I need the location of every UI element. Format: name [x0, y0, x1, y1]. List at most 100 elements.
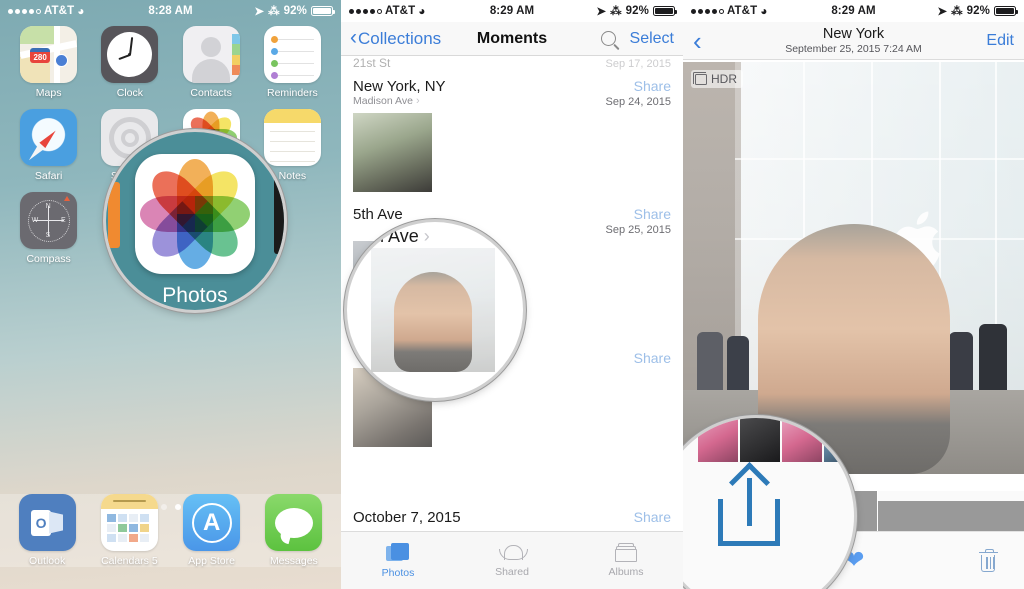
battery-icon [311, 6, 335, 16]
moment-footer-row[interactable]: October 7, 2015 Share [341, 503, 683, 531]
thumbnail-strip-magnified [698, 418, 854, 462]
location-arrow-icon: ➤ [254, 6, 265, 18]
hdr-label: HDR [711, 72, 737, 86]
back-button[interactable]: ‹ [693, 28, 702, 54]
share-link[interactable]: Share [634, 509, 671, 525]
dock-item-messages[interactable]: Messages [265, 494, 323, 567]
adjacent-icon-sliver [274, 174, 284, 254]
share-link[interactable]: Share [606, 206, 671, 222]
app-label: Contacts [190, 87, 232, 99]
status-bar: AT&T ◕ 8:28 AM ➤ ⁂ 92% [0, 0, 341, 22]
page-subtitle: September 25, 2015 7:24 AM [785, 43, 922, 55]
moment-date: Sep 24, 2015 [605, 96, 671, 108]
thumbnail[interactable] [1017, 501, 1024, 531]
bluetooth-icon: ⁂ [268, 6, 280, 18]
moment-date: Sep 25, 2015 [605, 224, 671, 236]
dock: O Outlook Calendars 5 A App Store Messag… [0, 494, 341, 567]
signal-dots-icon [691, 8, 724, 14]
app-compass[interactable]: N E S W Compass [8, 192, 89, 265]
back-label: Collections [358, 28, 442, 48]
outlook-icon: O [18, 494, 76, 551]
thumbnail[interactable] [989, 501, 1017, 531]
photo-viewer[interactable]: HDR [683, 62, 1024, 474]
select-button[interactable]: Select [630, 30, 674, 48]
navigation-bar: ‹ Collections Moments Select [341, 22, 683, 56]
dock-item-calendars[interactable]: Calendars 5 [100, 494, 158, 567]
calendars-icon [100, 494, 158, 551]
app-contacts[interactable]: Contacts [171, 26, 252, 99]
panel-moments-list: AT&T ◕ 8:29 AM ➤ ⁂ 92% ‹ Collections Mom… [341, 0, 683, 589]
albums-icon [615, 543, 637, 562]
battery-icon [653, 6, 677, 16]
search-icon[interactable] [600, 31, 616, 46]
magnifier-photos-app: Photos [106, 132, 284, 310]
tab-photos[interactable]: Photos [341, 532, 455, 589]
safari-icon [20, 109, 78, 166]
battery-icon [994, 6, 1018, 16]
moment-sublocation: Madison Ave › [353, 95, 446, 107]
moment-header[interactable]: 21st St Sep 17, 2015 [341, 56, 683, 72]
photo-thumbnail[interactable] [353, 113, 432, 192]
tab-label: Shared [495, 565, 529, 578]
share-link[interactable]: Share [606, 78, 671, 94]
adjacent-icon-sliver [108, 182, 120, 248]
wifi-icon: ◕ [760, 4, 768, 18]
app-store-icon [183, 494, 241, 551]
thumbnail[interactable] [961, 501, 989, 531]
dock-label: Messages [269, 555, 318, 567]
moment-date: Sep 17, 2015 [605, 58, 671, 70]
compass-icon: N E S W [20, 192, 78, 249]
thumbnail[interactable] [877, 501, 905, 531]
moment-header[interactable]: New York, NY Madison Ave › Share Sep 24,… [341, 72, 683, 110]
dock-item-app-store[interactable]: App Store [183, 494, 241, 567]
app-reminders[interactable]: Reminders [252, 26, 333, 99]
panel-home-screen: AT&T ◕ 8:28 AM ➤ ⁂ 92% 280 Maps Clock Co… [0, 0, 341, 589]
magnifier-photo-thumbnail: th Ave › [347, 222, 523, 398]
nav-right-actions: Select [600, 30, 674, 48]
reminders-icon [263, 26, 321, 83]
messages-icon [265, 494, 323, 551]
battery-percent: 92% [966, 5, 990, 17]
footer-date: October 7, 2015 [353, 508, 461, 526]
photos-stack-icon [386, 542, 410, 563]
app-safari[interactable]: Safari [8, 109, 89, 182]
three-panel-tutorial: AT&T ◕ 8:28 AM ➤ ⁂ 92% 280 Maps Clock Co… [0, 0, 1024, 589]
hdr-badge: HDR [691, 70, 743, 88]
battery-percent: 92% [283, 5, 307, 17]
status-right: ➤ ⁂ 92% [596, 4, 677, 18]
cloud-icon [498, 544, 528, 562]
moment-location[interactable]: New York, NY Madison Ave › [353, 78, 446, 107]
delete-button[interactable] [978, 549, 998, 572]
tab-label: Albums [608, 566, 644, 578]
status-bar: AT&T ◕ 8:29 AM ➤ ⁂ 92% [341, 0, 683, 22]
bluetooth-icon: ⁂ [951, 6, 963, 18]
tab-bar: Photos Shared Albums [341, 531, 683, 589]
tab-albums[interactable]: Albums [569, 532, 683, 589]
navigation-bar: ‹ New York September 25, 2015 7:24 AM Ed… [683, 22, 1024, 60]
chevron-left-icon: ‹ [350, 26, 357, 49]
moment-meta: Share Sep 25, 2015 [606, 206, 671, 236]
page-title: New York [822, 26, 885, 42]
photo-thumbnail-magnified[interactable] [371, 248, 495, 372]
edit-button[interactable]: Edit [986, 32, 1014, 50]
thumbnail[interactable] [905, 501, 933, 531]
magnifier-share-button [683, 418, 854, 589]
app-clock[interactable]: Clock [89, 26, 170, 99]
moment-location[interactable]: 5th Ave [353, 206, 403, 223]
dock-label: Outlook [29, 555, 66, 567]
status-right: ➤ ⁂ 92% [937, 4, 1018, 18]
status-left: AT&T ◕ [349, 5, 426, 17]
share-link[interactable]: Share [634, 350, 671, 366]
thumbnail[interactable] [933, 501, 961, 531]
moment-place: 5th Ave [353, 206, 403, 223]
back-button-collections[interactable]: ‹ Collections [350, 26, 442, 49]
share-icon-magnified[interactable] [718, 470, 780, 546]
tab-shared[interactable]: Shared [455, 532, 569, 589]
dock-item-outlook[interactable]: O Outlook [18, 494, 76, 567]
carrier-label: AT&T [44, 5, 75, 17]
chevron-right-icon: › [415, 95, 420, 107]
app-label: Compass [26, 253, 71, 265]
moment-thumbnails[interactable] [341, 110, 683, 200]
photos-icon-magnified[interactable] [135, 154, 255, 274]
app-maps[interactable]: 280 Maps [8, 26, 89, 99]
